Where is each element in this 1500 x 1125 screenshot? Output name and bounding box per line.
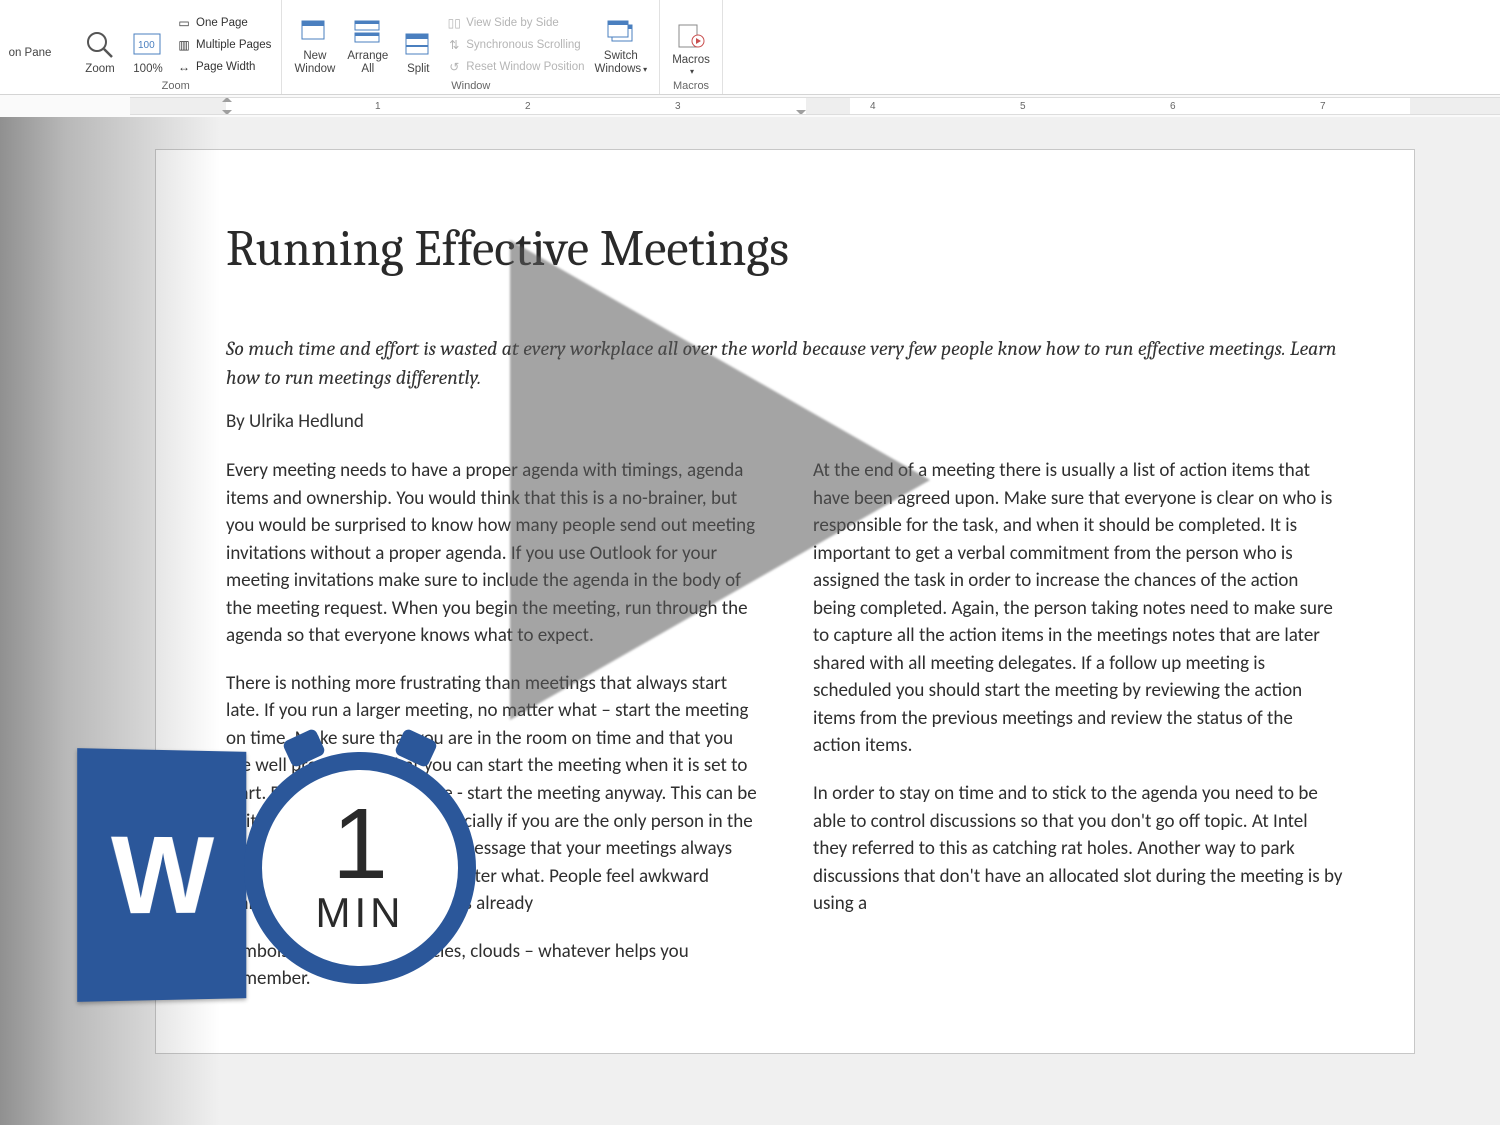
page-width-icon: ↔ [176, 59, 192, 75]
one-page-icon: ▭ [176, 15, 192, 31]
ribbon-group-macros: Macros ▾ Macros [660, 0, 723, 94]
synchronous-scrolling-button[interactable]: ⇅ Synchronous Scrolling [442, 34, 588, 56]
ribbon-view-tab: Zoom 100 100% ▭ One Page ▥ Multiple Page… [0, 0, 1500, 95]
reset-window-position-button[interactable]: ↺ Reset Window Position [442, 56, 588, 78]
ruler-mark: 7 [1320, 101, 1326, 112]
document-byline[interactable]: By Ulrika Hedlund [226, 410, 1344, 433]
ruler-mark: 2 [525, 101, 531, 112]
ruler-mark: 3 [675, 101, 681, 112]
document-scroll-area[interactable]: Running Effective Meetings So much time … [0, 117, 1500, 1125]
switch-windows-label-2: Windows [595, 63, 642, 75]
document-paragraph[interactable]: In order to stay on time and to stick to… [813, 780, 1344, 918]
document-page[interactable]: Running Effective Meetings So much time … [155, 149, 1415, 1054]
split-button[interactable]: Split [394, 27, 442, 78]
ribbon-group-window: New Window Arrange All Split ▯▯ View Si [282, 0, 660, 94]
zoom-button[interactable]: Zoom [76, 27, 124, 78]
multiple-pages-button[interactable]: ▥ Multiple Pages [172, 34, 275, 56]
switch-windows-button[interactable]: Switch Windows▾ [589, 14, 654, 78]
page-width-label: Page Width [196, 61, 255, 73]
svg-text:100: 100 [138, 40, 155, 51]
view-side-by-side-button[interactable]: ▯▯ View Side by Side [442, 12, 588, 34]
window-group-label: Window [451, 80, 490, 92]
one-page-button[interactable]: ▭ One Page [172, 12, 275, 34]
new-window-button[interactable]: New Window [288, 14, 341, 78]
new-window-icon [299, 16, 331, 48]
document-paragraph[interactable]: There is nothing more frustrating than m… [226, 670, 757, 918]
document-paragraph[interactable]: At the end of a meeting there is usually… [813, 457, 1344, 760]
reset-pos-icon: ↺ [446, 59, 462, 75]
macros-group-label: Macros [673, 80, 709, 92]
zoom-100-label: 100% [133, 63, 162, 76]
ruler-mark: 6 [1170, 101, 1176, 112]
arrange-all-label-2: All [361, 63, 374, 76]
view-side-label: View Side by Side [466, 17, 558, 29]
side-by-side-icon: ▯▯ [446, 15, 462, 31]
hanging-indent-marker[interactable] [222, 110, 232, 115]
horizontal-ruler-area: 1 2 3 4 5 6 7 [0, 95, 1500, 117]
multiple-pages-label: Multiple Pages [196, 39, 271, 51]
macros-label: Macros [672, 54, 710, 67]
switch-windows-icon [605, 16, 637, 48]
zoom-label: Zoom [85, 63, 114, 76]
ruler-mark: 4 [870, 101, 876, 112]
sync-scroll-label: Synchronous Scrolling [466, 39, 580, 51]
multiple-pages-icon: ▥ [176, 37, 192, 53]
macros-button[interactable]: Macros ▾ [666, 18, 716, 78]
document-paragraph[interactable]: symbols; arrows, boxes, circles, clouds … [226, 938, 757, 993]
zoom-group-label: Zoom [162, 80, 190, 92]
split-icon [402, 29, 434, 61]
chevron-down-icon: ▾ [690, 67, 694, 76]
switch-windows-label-1: Switch [604, 50, 638, 63]
right-indent-marker[interactable] [796, 110, 806, 115]
document-paragraph[interactable]: Every meeting needs to have a proper age… [226, 457, 757, 650]
first-line-indent-marker[interactable] [222, 97, 232, 102]
arrange-all-button[interactable]: Arrange All [341, 14, 394, 78]
new-window-label-1: New [303, 50, 326, 63]
navigation-pane-label-fragment: on Pane [0, 0, 60, 65]
horizontal-ruler[interactable]: 1 2 3 4 5 6 7 [130, 97, 1500, 115]
arrange-all-label-1: Arrange [347, 50, 388, 63]
magnifier-icon [84, 29, 116, 61]
new-window-label-2: Window [294, 63, 335, 76]
split-label: Split [407, 63, 429, 76]
sync-scroll-icon: ⇅ [446, 37, 462, 53]
one-page-label: One Page [196, 17, 248, 29]
zoom-100-button[interactable]: 100 100% [124, 27, 172, 78]
macros-icon [675, 20, 707, 52]
ruler-mark: 5 [1020, 101, 1026, 112]
document-title[interactable]: Running Effective Meetings [226, 220, 1344, 278]
reset-pos-label: Reset Window Position [466, 61, 584, 73]
ruler-mark: 1 [375, 101, 381, 112]
arrange-all-icon [352, 16, 384, 48]
zoom-100-icon: 100 [132, 29, 164, 61]
document-intro[interactable]: So much time and effort is wasted at eve… [226, 334, 1344, 392]
chevron-down-icon: ▾ [643, 65, 647, 74]
page-width-button[interactable]: ↔ Page Width [172, 56, 275, 78]
ribbon-group-zoom: Zoom 100 100% ▭ One Page ▥ Multiple Page… [70, 0, 282, 94]
document-body[interactable]: Every meeting needs to have a proper age… [226, 457, 1344, 993]
